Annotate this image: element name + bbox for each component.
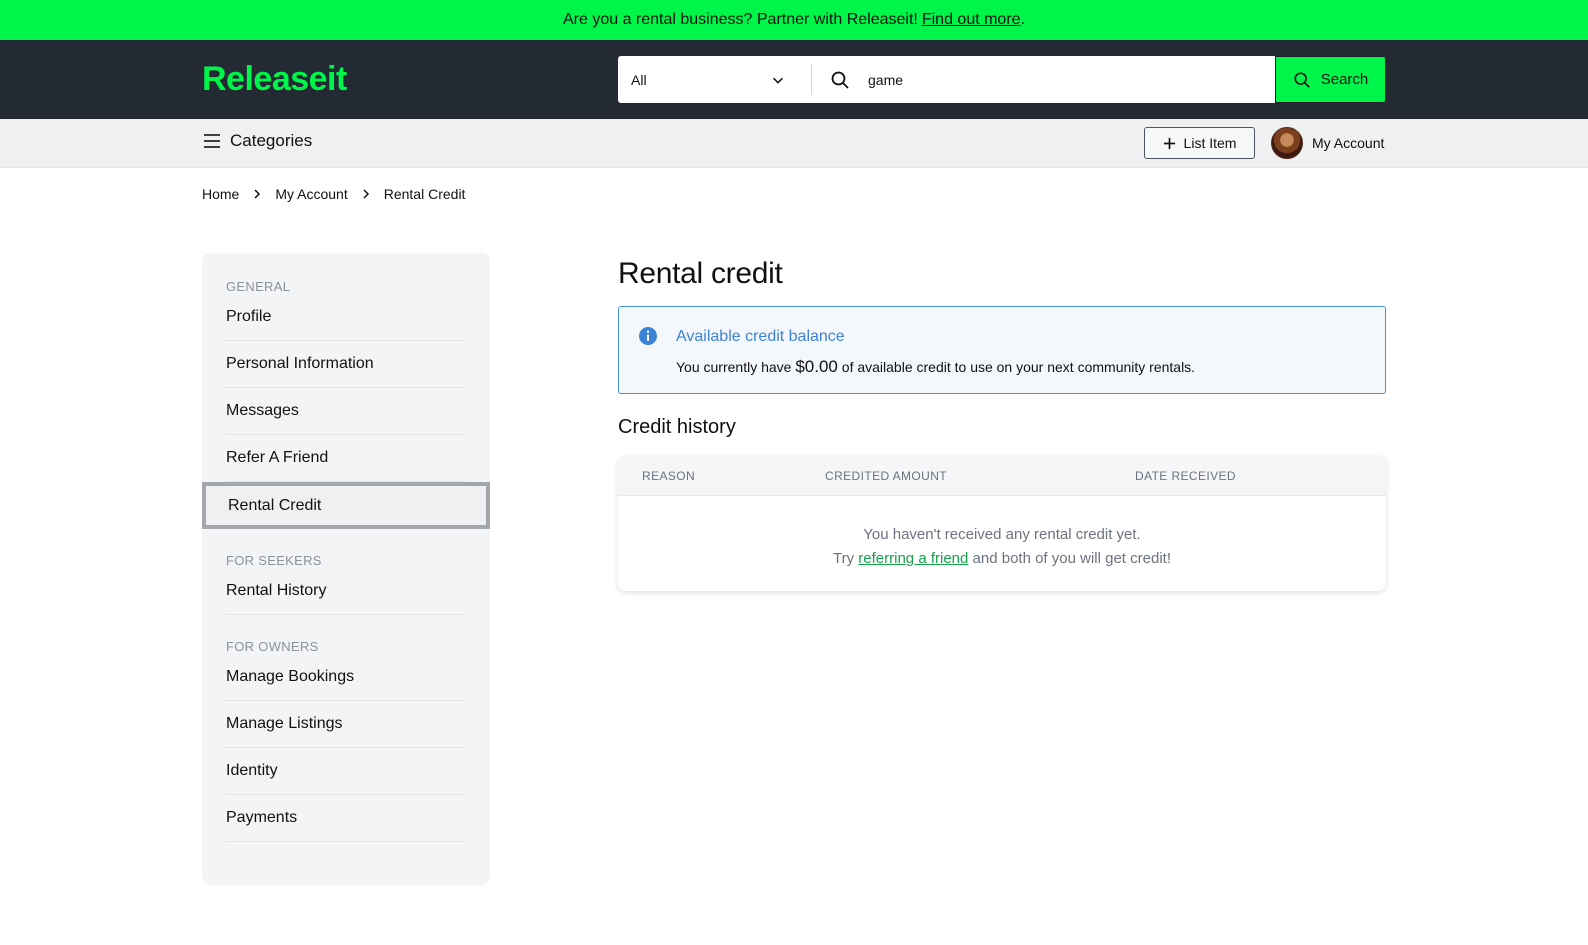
search-input[interactable]: [868, 56, 1275, 103]
search-bar: All Search: [618, 56, 1386, 103]
refer-a-friend-link[interactable]: referring a friend: [858, 550, 968, 567]
category-select-value: All: [631, 71, 647, 88]
chevron-down-icon: [773, 77, 783, 84]
empty-try: Try: [833, 550, 855, 567]
breadcrumb-home[interactable]: Home: [202, 186, 239, 202]
sidebar-item-manage-listings[interactable]: Manage Listings: [226, 701, 466, 748]
alert-text-after: of available credit to use on your next …: [841, 359, 1196, 375]
search-button[interactable]: Search: [1275, 56, 1386, 103]
sidebar-item-rental-credit[interactable]: Rental Credit: [202, 482, 490, 529]
column-header-reason: REASON: [642, 469, 696, 483]
avatar: [1271, 127, 1303, 159]
sidebar-heading-seekers: FOR SEEKERS: [226, 553, 322, 568]
alert-text: You currently have $0.00 of available cr…: [676, 357, 1195, 377]
categories-menu[interactable]: Categories: [202, 131, 312, 151]
column-header-credited-amount: CREDITED AMOUNT: [825, 469, 948, 483]
empty-state-line2: Try referring a friend and both of you w…: [618, 547, 1386, 571]
search-icon: [812, 56, 868, 103]
sidebar-heading-general: GENERAL: [226, 279, 291, 294]
sidebar-item-profile[interactable]: Profile: [226, 294, 466, 341]
credit-balance-alert: Available credit balance You currently h…: [618, 306, 1386, 394]
credit-amount: $0.00: [795, 357, 838, 376]
breadcrumb-rental-credit: Rental Credit: [383, 186, 466, 202]
category-select[interactable]: All: [618, 64, 812, 95]
sub-navigation: Categories List Item My Account: [0, 119, 1588, 168]
search-button-label: Search: [1320, 71, 1369, 88]
sidebar-item-payments[interactable]: Payments: [226, 795, 466, 842]
sidebar-item-personal-information[interactable]: Personal Information: [226, 341, 466, 388]
sidebar-heading-owners: FOR OWNERS: [226, 639, 319, 654]
search-icon: [1294, 71, 1310, 88]
column-header-date-received: DATE RECEIVED: [1135, 469, 1236, 483]
credit-history-title: Credit history: [618, 416, 736, 438]
chevron-right-icon: [363, 189, 369, 199]
plus-icon: [1163, 137, 1175, 149]
sidebar-item-messages[interactable]: Messages: [226, 388, 466, 435]
page-title: Rental credit: [618, 257, 783, 290]
site-header: Releaseit All Search: [0, 40, 1588, 119]
list-item-button[interactable]: List Item: [1144, 127, 1255, 159]
alert-title: Available credit balance: [676, 328, 845, 345]
chevron-right-icon: [254, 189, 261, 199]
breadcrumb: Home My Account Rental Credit: [202, 186, 465, 202]
promo-suffix: .: [1020, 11, 1026, 28]
breadcrumb-my-account[interactable]: My Account: [275, 186, 347, 202]
promo-text: Are you a rental business? Partner with …: [562, 11, 918, 28]
alert-text-before: You currently have: [676, 359, 792, 375]
my-account-menu[interactable]: My Account: [1271, 127, 1384, 159]
list-item-label: List Item: [1183, 135, 1237, 151]
empty-state: You haven't received any rental credit y…: [618, 496, 1386, 571]
hamburger-icon: [204, 134, 220, 148]
categories-label: Categories: [230, 131, 313, 150]
sidebar-item-rental-history[interactable]: Rental History: [226, 568, 466, 615]
empty-after: and both of you will get credit!: [972, 550, 1171, 567]
logo[interactable]: Releaseit: [202, 60, 347, 99]
sidebar-item-manage-bookings[interactable]: Manage Bookings: [226, 654, 466, 701]
main-content: Rental credit Available credit balance Y…: [618, 253, 1386, 591]
promo-banner: Are you a rental business? Partner with …: [0, 0, 1588, 40]
table-header: REASON CREDITED AMOUNT DATE RECEIVED: [618, 455, 1386, 496]
sidebar-item-refer-a-friend[interactable]: Refer A Friend: [226, 435, 466, 482]
sidebar-item-identity[interactable]: Identity: [226, 748, 466, 795]
credit-history-table: REASON CREDITED AMOUNT DATE RECEIVED You…: [618, 455, 1386, 591]
info-icon: [639, 327, 657, 345]
empty-state-line1: You haven't received any rental credit y…: [863, 526, 1141, 543]
account-label: My Account: [1312, 135, 1385, 151]
promo-link[interactable]: Find out more: [922, 11, 1021, 29]
account-sidebar: GENERAL Profile Personal Information Mes…: [202, 253, 490, 885]
